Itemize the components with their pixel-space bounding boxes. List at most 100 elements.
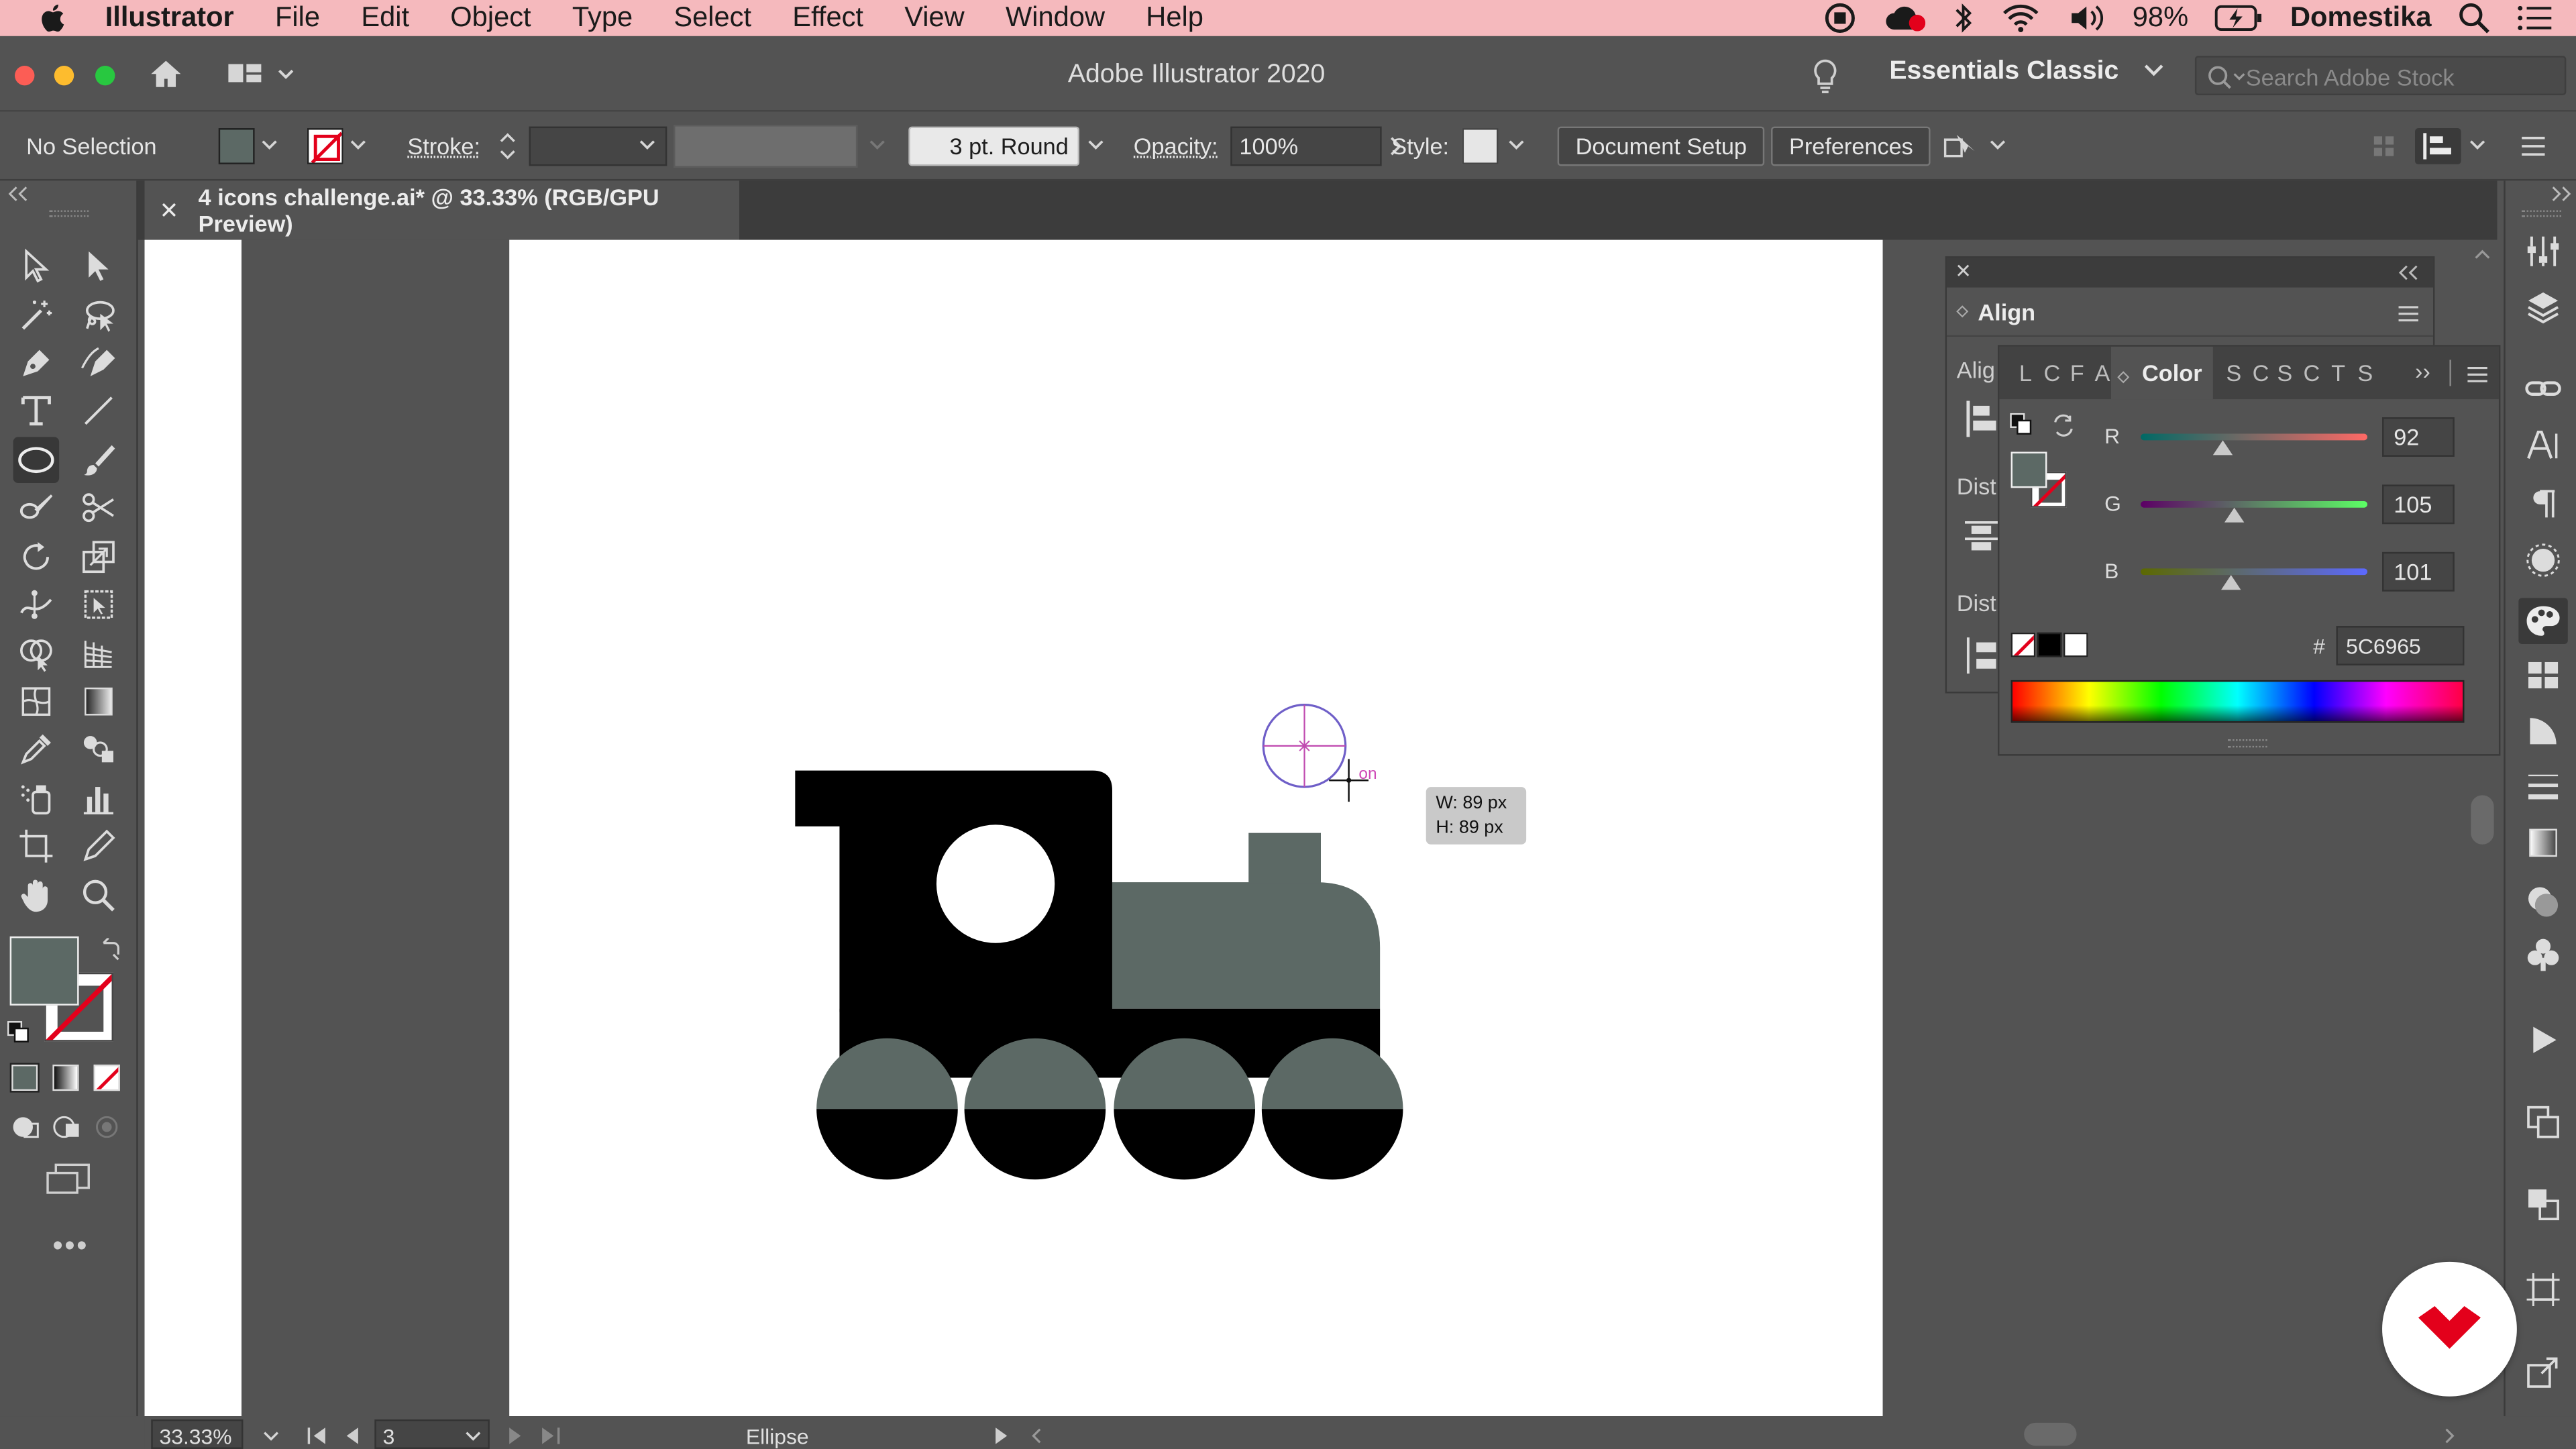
character-panel-icon[interactable]: [2525, 427, 2561, 464]
arrange-documents-icon[interactable]: [227, 59, 296, 97]
chevron-down-icon[interactable]: [857, 138, 897, 154]
symbols-panel-icon[interactable]: [2525, 936, 2561, 973]
panel-menu-icon[interactable]: [2397, 304, 2420, 323]
red-slider-thumb[interactable]: [2212, 440, 2233, 455]
appearance-panel-icon[interactable]: [2525, 542, 2561, 578]
adobe-stock-search[interactable]: [2194, 56, 2567, 96]
volume-icon[interactable]: [2067, 1, 2106, 34]
change-screen-mode-icon[interactable]: [44, 1161, 93, 1197]
pen-tool-icon[interactable]: [13, 340, 60, 386]
properties-panel-icon[interactable]: [2525, 233, 2561, 270]
white-color-swatch[interactable]: [2063, 632, 2088, 657]
swap-colors-icon[interactable]: [2052, 414, 2075, 437]
blue-value-field[interactable]: 101: [2382, 551, 2455, 592]
battery-icon[interactable]: [2214, 3, 2263, 33]
chevron-down-icon[interactable]: [1079, 138, 1119, 154]
select-similar-icon[interactable]: [1942, 129, 2015, 162]
artboard-tool-icon[interactable]: [13, 823, 60, 869]
home-icon[interactable]: [148, 58, 184, 99]
panel-resize-grip[interactable]: [2227, 739, 2267, 748]
fill-swatch-control[interactable]: [218, 128, 255, 164]
artboard-partial[interactable]: [144, 239, 242, 1417]
tab-swatches-collapsed[interactable]: S: [2226, 360, 2241, 386]
paragraph-panel-icon[interactable]: [2525, 486, 2561, 523]
blend-tool-icon[interactable]: [76, 726, 122, 772]
notification-center-icon[interactable]: [2517, 3, 2553, 33]
color-guide-panel-icon[interactable]: [2525, 713, 2561, 749]
stock-search-input[interactable]: [2245, 64, 2559, 91]
menu-window[interactable]: Window: [1006, 1, 1105, 34]
transparency-panel-icon[interactable]: [2525, 884, 2561, 920]
swatches-panel-icon[interactable]: [2525, 657, 2561, 694]
scissors-tool-icon[interactable]: [76, 484, 122, 531]
graphic-style-swatch[interactable]: [1462, 128, 1499, 164]
menu-edit[interactable]: Edit: [361, 1, 409, 34]
none-mode-button[interactable]: [93, 1064, 120, 1091]
panel-menu-icon[interactable]: [2466, 365, 2489, 384]
horizontal-align-left-icon[interactable]: [1964, 399, 2000, 439]
vertical-scroll-thumb[interactable]: [2471, 795, 2494, 845]
tab-transparency-collapsed[interactable]: T: [2331, 360, 2345, 386]
tab-character-collapsed[interactable]: C: [2044, 360, 2061, 386]
document-tab[interactable]: ✕ 4 icons challenge.ai* @ 33.33% (RGB/GP…: [144, 180, 740, 240]
draw-behind-icon[interactable]: [52, 1114, 82, 1140]
default-fill-stroke-icon[interactable]: [7, 1020, 30, 1043]
slice-tool-icon[interactable]: [76, 823, 122, 869]
workspace-switcher[interactable]: Essentials Classic: [1889, 58, 2165, 87]
artboards-panel-icon[interactable]: [2525, 1104, 2561, 1140]
width-tool-icon[interactable]: [13, 582, 60, 628]
vertical-distribute-top-icon[interactable]: [1964, 517, 2000, 557]
brush-definition-dropdown[interactable]: 3 pt. Round: [908, 126, 1079, 166]
stroke-panel-icon[interactable]: [2525, 769, 2561, 805]
minimize-window-button[interactable]: [54, 65, 74, 86]
shape-builder-tool-icon[interactable]: [13, 631, 60, 677]
toolbar-grip[interactable]: [49, 210, 89, 217]
type-tool-icon[interactable]: [13, 388, 60, 434]
scroll-left-icon[interactable]: [1028, 1426, 1044, 1446]
train-illustration[interactable]: [509, 240, 1882, 1416]
collapse-dock-icon[interactable]: [2550, 186, 2573, 202]
none-color-swatch[interactable]: [2010, 632, 2036, 657]
gradient-panel-icon[interactable]: [2525, 824, 2561, 861]
scale-tool-icon[interactable]: [76, 534, 122, 580]
gradient-tool-icon[interactable]: [76, 678, 122, 724]
tab-color[interactable]: ◇ Color: [2110, 346, 2213, 400]
gradient-mode-button[interactable]: [52, 1064, 79, 1091]
menu-file[interactable]: File: [275, 1, 320, 34]
close-panel-icon[interactable]: ✕: [1955, 260, 1972, 282]
layers-panel-icon[interactable]: [2525, 289, 2561, 325]
menu-app-name[interactable]: Illustrator: [105, 1, 234, 34]
align-panel-header[interactable]: ◇ Align: [1947, 287, 2433, 337]
blue-slider[interactable]: [2141, 568, 2368, 576]
opacity-field[interactable]: 100%: [1231, 126, 1383, 166]
chevron-down-icon[interactable]: [255, 138, 284, 154]
hex-value-field[interactable]: 5C6965: [2336, 626, 2465, 665]
panel-toggle-icon[interactable]: ◇: [1957, 303, 1968, 321]
edit-toolbar-icon[interactable]: •••: [52, 1229, 89, 1263]
shaper-tool-icon[interactable]: [13, 484, 60, 531]
previous-artboard-icon[interactable]: [341, 1426, 361, 1446]
chevron-down-icon[interactable]: [1499, 138, 1535, 154]
close-window-button[interactable]: [15, 65, 35, 86]
red-slider[interactable]: [2141, 433, 2368, 441]
more-tabs-icon[interactable]: ››: [2415, 358, 2430, 384]
swap-fill-stroke-icon[interactable]: [99, 938, 121, 961]
pathfinder-panel-icon[interactable]: [2525, 1186, 2561, 1222]
export-panel-icon[interactable]: [2525, 1354, 2561, 1390]
green-slider[interactable]: [2141, 500, 2368, 508]
grid-layout-icon[interactable]: [2372, 133, 2395, 159]
magic-wand-tool-icon[interactable]: [13, 292, 60, 339]
zoom-window-button[interactable]: [95, 65, 115, 86]
tab-layers-collapsed[interactable]: L: [2019, 360, 2032, 386]
record-icon[interactable]: [1823, 1, 1856, 34]
color-mode-button[interactable]: [9, 1063, 40, 1093]
default-colors-icon[interactable]: [2009, 413, 2032, 435]
hand-tool-icon[interactable]: [13, 872, 60, 918]
zoom-tool-icon[interactable]: [76, 872, 122, 918]
fill-swatch-front[interactable]: [9, 936, 79, 1006]
black-color-swatch[interactable]: [2037, 632, 2062, 657]
color-panel-icon[interactable]: [2518, 598, 2568, 645]
color-spectrum[interactable]: [2010, 680, 2465, 723]
rotate-tool-icon[interactable]: [13, 534, 60, 580]
tab-stroke-collapsed[interactable]: S: [2277, 360, 2292, 386]
